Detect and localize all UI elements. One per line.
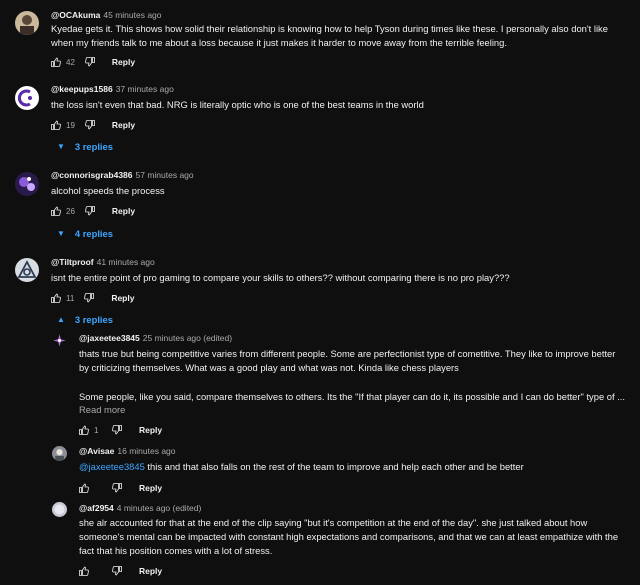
comment-text-line: Kyedae gets it. This shows how solid the… — [51, 23, 608, 34]
comment-time[interactable]: 4 minutes ago (edited) — [117, 503, 202, 513]
reply-button[interactable]: Reply — [139, 425, 162, 435]
comment-text: the loss isn't even that bad. NRG is lit… — [51, 99, 424, 110]
comment-actions: 26 Reply — [50, 204, 135, 218]
caret-down-icon: ▼ — [57, 229, 65, 238]
comment-meta: @Avisae 16 minutes ago — [79, 446, 176, 456]
like-count: 19 — [66, 120, 75, 130]
replies-count: 3 replies — [74, 141, 113, 152]
comment-author[interactable]: @af2954 — [79, 503, 114, 513]
comment-time[interactable]: 41 minutes ago — [97, 257, 155, 267]
thumbs-down-icon[interactable] — [84, 205, 96, 217]
replies-count: 4 replies — [74, 228, 113, 239]
comment-author[interactable]: @connorisgrab4386 — [51, 170, 133, 180]
comment-actions: 1 Reply — [78, 423, 162, 437]
comment-author[interactable]: @jaxeetee3845 — [79, 333, 140, 343]
comment-text: @jaxeetee3845 this and that also falls o… — [79, 460, 634, 474]
thumbs-down-icon[interactable] — [84, 119, 96, 131]
comment-actions: 42 Reply — [50, 55, 135, 69]
like-count: 26 — [66, 206, 75, 216]
thumbs-up-icon[interactable] — [50, 292, 62, 304]
thumbs-up-icon[interactable] — [50, 205, 62, 217]
comment-time[interactable]: 45 minutes ago — [103, 10, 161, 20]
reply-button[interactable]: Reply — [139, 566, 162, 576]
comment-text: isnt the entire point of pro gaming to c… — [51, 272, 510, 283]
thumbs-up-icon[interactable] — [50, 56, 62, 68]
avatar[interactable] — [15, 86, 39, 110]
comment-text-line: thats true but being competitive varies … — [79, 348, 616, 359]
comment-text: thats true but being competitive varies … — [79, 347, 634, 404]
comment-author[interactable]: @Avisae — [79, 446, 114, 456]
comment-meta: @OCAkuma 45 minutes ago — [51, 10, 162, 20]
comment-time[interactable]: 16 minutes ago — [117, 446, 175, 456]
reply-button[interactable]: Reply — [112, 57, 135, 67]
thumbs-down-icon[interactable] — [83, 292, 95, 304]
thumbs-down-icon[interactable] — [111, 424, 123, 436]
hide-replies-button[interactable]: ▲ 3 replies — [57, 314, 113, 325]
comment-actions: Reply — [78, 564, 162, 578]
reply-button[interactable]: Reply — [112, 206, 135, 216]
comment-meta: @af2954 4 minutes ago (edited) — [79, 503, 201, 513]
comment-text-line: Some people, like you said, compare them… — [79, 391, 626, 402]
view-replies-button[interactable]: ▼ 3 replies — [57, 141, 113, 152]
thumbs-down-icon[interactable] — [111, 565, 123, 577]
comment-author[interactable]: @OCAkuma — [51, 10, 100, 20]
like-count: 11 — [66, 293, 75, 303]
avatar[interactable] — [15, 172, 39, 196]
like-count: 1 — [94, 425, 99, 435]
comment-text-line — [79, 375, 634, 389]
comment-meta: @keepups1586 37 minutes ago — [51, 84, 174, 94]
thumbs-up-icon[interactable] — [78, 424, 90, 436]
comment-author[interactable]: @Tiltproof — [51, 257, 94, 267]
avatar[interactable] — [15, 11, 39, 35]
comment-text-line: by criticizing themselves. What was a go… — [79, 362, 459, 373]
read-more-link[interactable]: Read more — [79, 404, 125, 415]
thumbs-up-icon[interactable] — [50, 119, 62, 131]
comment-meta: @Tiltproof 41 minutes ago — [51, 257, 155, 267]
mention-link[interactable]: @jaxeetee3845 — [79, 461, 145, 472]
caret-down-icon: ▼ — [57, 142, 65, 151]
comment-text: alcohol speeds the process — [51, 185, 165, 196]
avatar[interactable] — [52, 502, 67, 517]
like-count: 42 — [66, 57, 75, 67]
avatar[interactable] — [15, 258, 39, 282]
thumbs-up-icon[interactable] — [78, 482, 90, 494]
reply-button[interactable]: Reply — [139, 483, 162, 493]
comment-time[interactable]: 57 minutes ago — [136, 170, 194, 180]
comment-text-line: someone's mental can be impacted with co… — [79, 531, 619, 542]
caret-up-icon: ▲ — [57, 315, 65, 324]
reply-button[interactable]: Reply — [111, 293, 134, 303]
thumbs-down-icon[interactable] — [111, 482, 123, 494]
comment-meta: @connorisgrab4386 57 minutes ago — [51, 170, 194, 180]
view-replies-button[interactable]: ▼ 4 replies — [57, 228, 113, 239]
comment-text-line: fact that his position comes with a lot … — [79, 545, 273, 556]
reply-button[interactable]: Reply — [112, 120, 135, 130]
comment-actions: 19 Reply — [50, 118, 135, 132]
thumbs-down-icon[interactable] — [84, 56, 96, 68]
comment-text-body: this and that also falls on the rest of … — [144, 461, 524, 472]
comment-text: Kyedae gets it. This shows how solid the… — [51, 22, 631, 50]
comment-text: she alr accounted for that at the end of… — [79, 516, 634, 558]
comment-time[interactable]: 37 minutes ago — [116, 84, 174, 94]
comment-actions: Reply — [78, 481, 162, 495]
avatar[interactable] — [52, 446, 67, 461]
avatar[interactable] — [52, 333, 67, 348]
thumbs-up-icon[interactable] — [78, 565, 90, 577]
comment-meta: @jaxeetee3845 25 minutes ago (edited) — [79, 333, 232, 343]
comment-text-line: she alr accounted for that at the end of… — [79, 517, 588, 528]
comment-actions: 11 Reply — [50, 291, 134, 305]
comment-text-line: when my friends talk to me about a loss … — [51, 37, 507, 48]
comment-time[interactable]: 25 minutes ago (edited) — [143, 333, 232, 343]
comment-author[interactable]: @keepups1586 — [51, 84, 113, 94]
replies-count: 3 replies — [74, 314, 113, 325]
